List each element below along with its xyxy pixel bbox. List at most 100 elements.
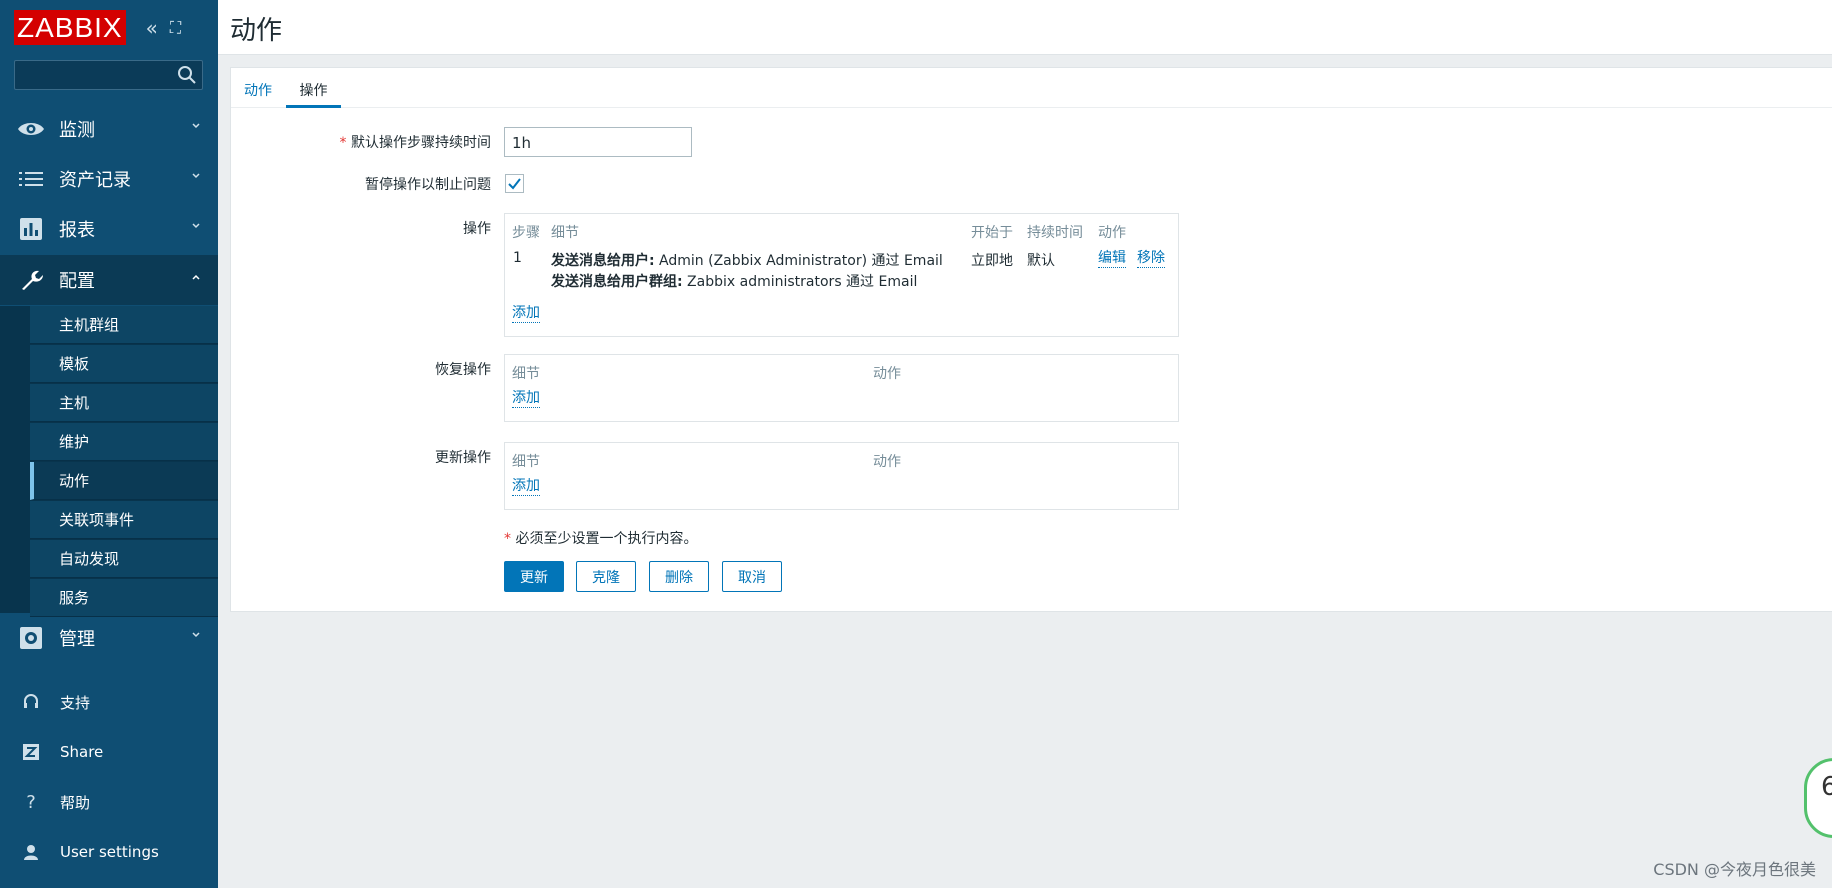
- share-z-icon: [21, 744, 41, 760]
- add-recovery-link[interactable]: 添加: [512, 390, 540, 408]
- menu-label: 配置: [59, 271, 95, 292]
- gear-icon: [16, 627, 46, 649]
- required-marker: *: [504, 531, 516, 547]
- zabbix-logo[interactable]: ZABBIX: [14, 10, 126, 45]
- menu-label: 报表: [59, 220, 95, 241]
- col-detail: 细节: [512, 454, 540, 470]
- wrench-icon: [16, 268, 46, 292]
- clone-button[interactable]: 克隆: [576, 561, 636, 592]
- col-duration: 持续时间: [1027, 225, 1083, 241]
- menu-monitoring[interactable]: 监测: [0, 104, 218, 154]
- submenu-templates[interactable]: 模板: [30, 345, 218, 383]
- detail-line1-text: Admin (Zabbix Administrator) 通过 Email: [654, 253, 943, 269]
- menu-inventory[interactable]: 资产记录: [0, 154, 218, 204]
- delete-button[interactable]: 删除: [649, 561, 709, 592]
- submenu-maintenance[interactable]: 维护: [30, 423, 218, 461]
- pause-checkbox[interactable]: [505, 174, 524, 193]
- tab-operations[interactable]: 操作: [286, 68, 341, 108]
- page-header: 动作: [218, 0, 1832, 55]
- page-title: 动作: [230, 16, 283, 46]
- bar-chart-icon: [16, 218, 46, 240]
- row-start: 立即地: [971, 253, 1013, 269]
- detail-line2-bold: 发送消息给用户群组:: [551, 274, 683, 290]
- required-marker: *: [339, 135, 351, 151]
- menu-user-settings[interactable]: User settings: [0, 832, 218, 872]
- chevron-down-icon: [192, 123, 200, 129]
- remove-link[interactable]: 移除: [1137, 250, 1165, 268]
- col-action: 动作: [1098, 225, 1126, 241]
- collapse-sidebar-icon[interactable]: «: [146, 16, 158, 40]
- menu-help[interactable]: ? 帮助: [0, 782, 218, 822]
- submenu-hosts[interactable]: 主机: [30, 384, 218, 422]
- update-ops-label: 更新操作: [435, 450, 491, 466]
- user-icon: [21, 844, 41, 860]
- menu-reports[interactable]: 报表: [0, 204, 218, 254]
- chevron-down-icon: [192, 632, 200, 638]
- col-action: 动作: [873, 454, 901, 470]
- submenu-discovery[interactable]: 自动发现: [30, 540, 218, 578]
- configuration-submenu: 主机群组 模板 主机 维护 动作 关联项事件 自动发现 服务: [0, 306, 218, 617]
- col-action: 动作: [873, 366, 901, 382]
- sidebar: ZABBIX « ⛶ 监测 资产记录 报表 配置 主机群组 模板 主机 维护 动…: [0, 0, 218, 888]
- row-detail-line2: 发送消息给用户群组: Zabbix administrators 通过 Emai…: [551, 271, 917, 291]
- menu-label: 管理: [59, 629, 95, 650]
- logo-row: ZABBIX « ⛶: [0, 0, 218, 55]
- col-detail: 细节: [512, 366, 540, 382]
- form-panel: 动作 操作 * 默认操作步骤持续时间 1h 暂停操作以制止问题 操作 步骤 细节…: [230, 67, 1832, 612]
- submenu-host-groups[interactable]: 主机群组: [30, 306, 218, 344]
- list-icon: [16, 170, 46, 188]
- operations-label: 操作: [463, 221, 491, 237]
- row-detail-line1: 发送消息给用户: Admin (Zabbix Administrator) 通过…: [551, 250, 943, 270]
- required-note-text: 必须至少设置一个执行内容。: [515, 531, 698, 547]
- watermark: CSDN @今夜月色很美: [1653, 860, 1816, 879]
- menu-administration[interactable]: 管理: [0, 613, 218, 663]
- add-operation-link[interactable]: 添加: [512, 305, 540, 323]
- submenu-services[interactable]: 服务: [30, 579, 218, 617]
- menu-label: User settings: [60, 843, 159, 861]
- add-update-link[interactable]: 添加: [512, 478, 540, 496]
- floating-badge[interactable]: 6: [1804, 758, 1832, 838]
- row-duration: 默认: [1027, 253, 1055, 269]
- col-detail: 细节: [551, 225, 579, 241]
- col-step: 步骤: [512, 225, 540, 241]
- operations-table: 步骤 细节 开始于 持续时间 动作 1 发送消息给用户: Admin (Zabb…: [504, 213, 1179, 337]
- update-table: 细节 动作 添加: [504, 442, 1179, 510]
- headset-icon: [21, 694, 41, 710]
- search-icon[interactable]: [177, 65, 197, 85]
- edit-link[interactable]: 编辑: [1098, 250, 1126, 268]
- pause-label: 暂停操作以制止问题: [365, 177, 491, 193]
- kiosk-mode-icon[interactable]: ⛶: [170, 18, 181, 38]
- eye-icon: [16, 120, 46, 138]
- col-start: 开始于: [971, 225, 1013, 241]
- detail-line2-text: Zabbix administrators 通过 Email: [682, 274, 918, 290]
- check-icon: [508, 178, 521, 190]
- menu-configuration[interactable]: 配置: [0, 255, 218, 305]
- menu-label: 帮助: [60, 793, 91, 812]
- chevron-down-icon: [192, 223, 200, 229]
- chevron-up-icon: [192, 274, 200, 280]
- submenu-event-correlation[interactable]: 关联项事件: [30, 501, 218, 539]
- menu-label: 监测: [59, 120, 95, 141]
- submenu-actions[interactable]: 动作: [30, 462, 218, 500]
- menu-label: 资产记录: [59, 170, 131, 191]
- question-icon: ?: [26, 791, 36, 813]
- step-duration-label: * 默认操作步骤持续时间: [271, 132, 491, 152]
- recovery-table: 细节 动作 添加: [504, 354, 1179, 422]
- cancel-button[interactable]: 取消: [722, 561, 782, 592]
- detail-line1-bold: 发送消息给用户:: [551, 253, 655, 269]
- badge-number: 6: [1821, 772, 1832, 802]
- step-duration-text: 默认操作步骤持续时间: [351, 135, 491, 151]
- menu-label: Share: [60, 743, 104, 761]
- menu-label: 支持: [60, 693, 91, 712]
- step-duration-input[interactable]: 1h: [504, 127, 692, 157]
- tabs: 动作 操作: [231, 68, 1832, 108]
- menu-share[interactable]: Share: [0, 732, 218, 772]
- tab-action[interactable]: 动作: [244, 68, 272, 108]
- required-note: * 必须至少设置一个执行内容。: [504, 528, 697, 548]
- search-input[interactable]: [14, 60, 203, 90]
- row-step: 1: [513, 250, 522, 266]
- recovery-label: 恢复操作: [435, 362, 491, 378]
- menu-support[interactable]: 支持: [0, 682, 218, 722]
- chevron-down-icon: [192, 173, 200, 179]
- update-button[interactable]: 更新: [504, 561, 564, 592]
